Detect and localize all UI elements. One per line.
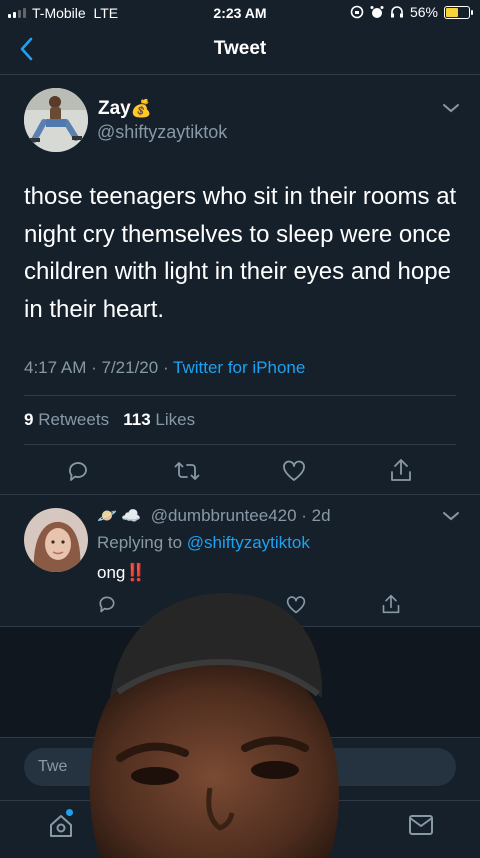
author-handle[interactable]: @shiftyzaytiktok (97, 122, 227, 143)
reply-emojis: 🪐 ☁️ (97, 508, 142, 525)
reply-text: ong‼️ (97, 563, 147, 582)
reply-avatar[interactable] (24, 508, 88, 572)
retweet-icon[interactable] (174, 459, 200, 483)
tweet-date: 7/21/20 (101, 358, 159, 377)
headphones-icon (390, 6, 403, 18)
lock-rotation-icon (350, 5, 364, 19)
divider (0, 494, 480, 495)
money-bag-emoji: 💰 (130, 99, 152, 118)
reply-icon[interactable] (66, 459, 90, 483)
tweet-time: 4:17 AM (24, 358, 87, 377)
author-name[interactable]: Zay💰 (98, 98, 152, 120)
likes-link[interactable]: 113 Likes (123, 410, 195, 429)
replying-to: Replying to @shiftyzaytiktok (97, 533, 310, 552)
page-title: Tweet (213, 38, 267, 59)
nav-header: Tweet (0, 26, 480, 75)
reply-share-icon[interactable] (381, 593, 401, 615)
retweets-link[interactable]: 9 Retweets (24, 410, 109, 429)
divider (24, 444, 456, 445)
divider (24, 395, 456, 396)
chevron-down-icon[interactable] (442, 102, 460, 114)
engagement-counts: 9 Retweets 113 Likes (24, 410, 195, 430)
reply-header: 🪐 ☁️ @dumbbruntee420 · 2d (97, 506, 331, 525)
reply-age: 2d (311, 506, 331, 525)
tweet-source-link[interactable]: Twitter for iPhone (173, 358, 305, 377)
tweet-text: those teenagers who sit in their rooms a… (24, 183, 457, 323)
battery-percent: 56% (409, 4, 438, 20)
battery-icon (444, 5, 473, 19)
alarm-icon (370, 6, 384, 18)
reply-chevron-down-icon[interactable] (442, 510, 460, 522)
author-avatar[interactable] (24, 88, 88, 152)
status-bar: T-Mobile LTE 2:23 AM 56% (0, 0, 480, 26)
reply-handle[interactable]: @dumbbruntee420 (151, 506, 297, 525)
messages-icon[interactable] (408, 814, 434, 836)
webcam-face-overlay (89, 593, 339, 858)
heart-icon[interactable] (282, 459, 306, 483)
share-icon[interactable] (389, 457, 413, 483)
tweet-meta: 4:17 AM · 7/21/20 · Twitter for iPhone (24, 358, 306, 377)
replying-to-handle[interactable]: @shiftyzaytiktok (187, 533, 310, 552)
